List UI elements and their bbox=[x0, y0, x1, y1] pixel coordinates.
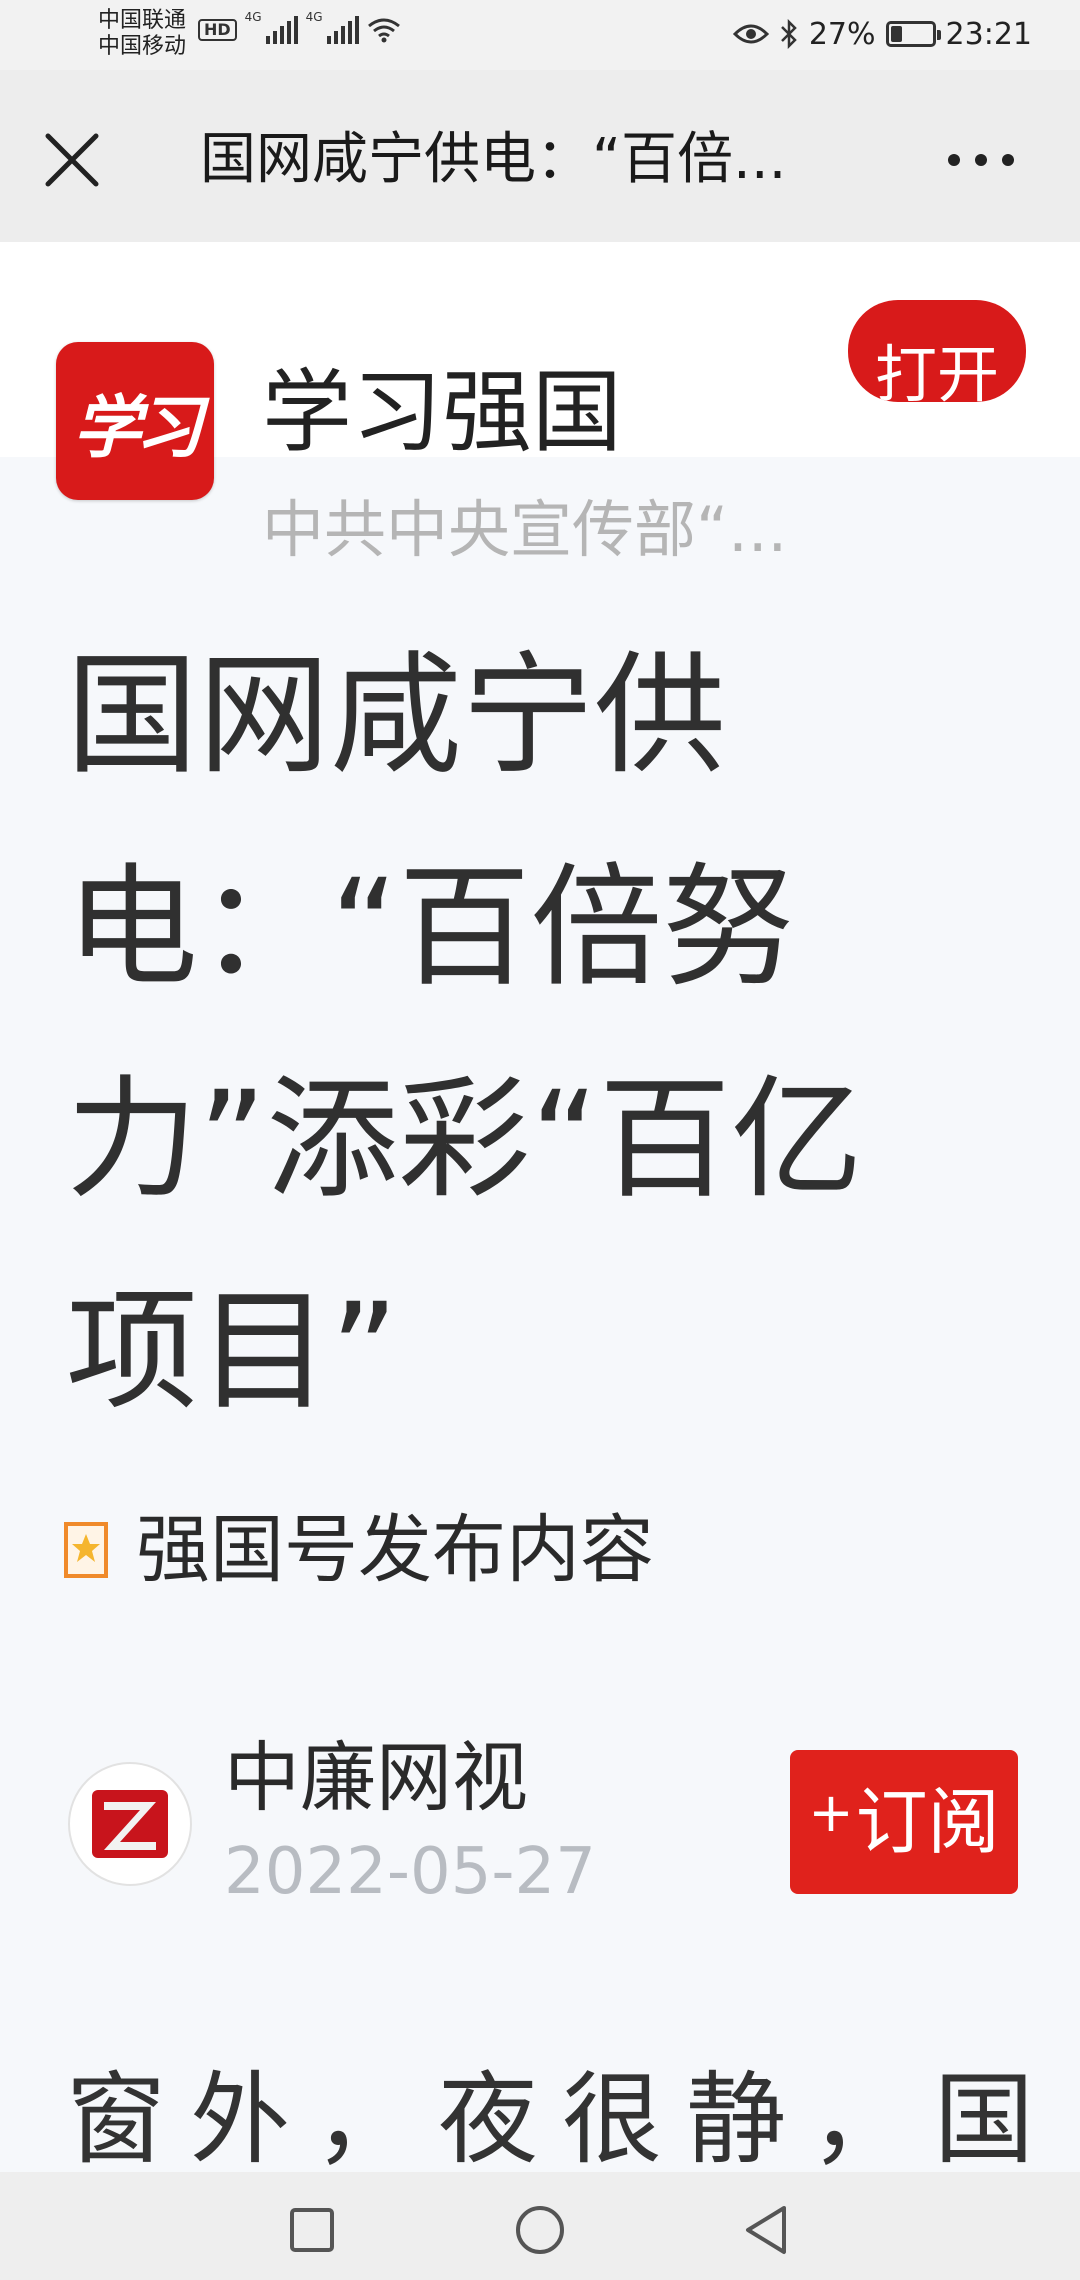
subscribe-label: 订阅 bbox=[855, 1780, 1000, 1864]
source-row: 强国号发布内容 bbox=[64, 1505, 654, 1595]
author-avatar[interactable] bbox=[68, 1762, 192, 1886]
article-title: 国网咸宁供电：“百倍努力”添彩“百亿项目” bbox=[66, 639, 863, 1429]
wifi-icon bbox=[367, 18, 400, 43]
status-right: 27% 23:21 bbox=[732, 12, 1032, 56]
author-name[interactable]: 中廉网视 bbox=[224, 1730, 528, 1826]
bluetooth-icon bbox=[780, 19, 797, 49]
publish-date: 2022-05-27 bbox=[224, 1835, 596, 1909]
article-body: 窗外，夜很静，国 bbox=[66, 2061, 1058, 2178]
source-label: 强国号发布内容 bbox=[136, 1507, 654, 1593]
status-bar: 中国联通 中国移动 HD 4G 4G 27% 23:21 bbox=[0, 0, 1080, 70]
home-icon[interactable] bbox=[510, 2200, 570, 2260]
author-logo-icon bbox=[92, 1790, 168, 1858]
eye-icon bbox=[732, 24, 769, 44]
carrier-2: 中国移动 bbox=[98, 34, 187, 59]
app-logo-text: 学习 bbox=[72, 387, 203, 468]
network-type-1: 4G bbox=[244, 10, 262, 24]
star-badge-icon bbox=[64, 1522, 108, 1578]
carrier-info: 中国联通 中国移动 bbox=[98, 8, 186, 60]
webview-nav-bar: 国网咸宁供电：“百倍... bbox=[0, 70, 1080, 242]
subscribe-button[interactable]: +订阅 bbox=[790, 1750, 1018, 1894]
back-icon[interactable] bbox=[738, 2200, 798, 2260]
close-icon[interactable] bbox=[42, 130, 102, 190]
page-title: 国网咸宁供电：“百倍... bbox=[200, 127, 787, 192]
more-icon[interactable] bbox=[944, 150, 1018, 170]
hd-icon: HD bbox=[198, 19, 237, 41]
app-logo: 学习 bbox=[56, 342, 214, 500]
app-name: 学习强国 bbox=[262, 360, 622, 465]
battery-icon bbox=[885, 21, 941, 47]
app-description: 中共中央宣传部“... bbox=[262, 493, 788, 566]
battery-percent: 27% bbox=[808, 16, 876, 52]
signal-icon bbox=[326, 16, 359, 44]
plus-icon: + bbox=[808, 1781, 854, 1844]
clock: 23:21 bbox=[945, 16, 1032, 52]
system-nav-bar bbox=[0, 2172, 1080, 2280]
recent-apps-icon[interactable] bbox=[282, 2200, 342, 2260]
open-app-button[interactable]: 打开 bbox=[848, 300, 1026, 402]
signal-icon bbox=[265, 16, 298, 44]
network-type-2: 4G bbox=[305, 10, 323, 24]
carrier-1: 中国联通 bbox=[98, 8, 187, 33]
network-indicators: HD 4G 4G bbox=[198, 10, 401, 50]
